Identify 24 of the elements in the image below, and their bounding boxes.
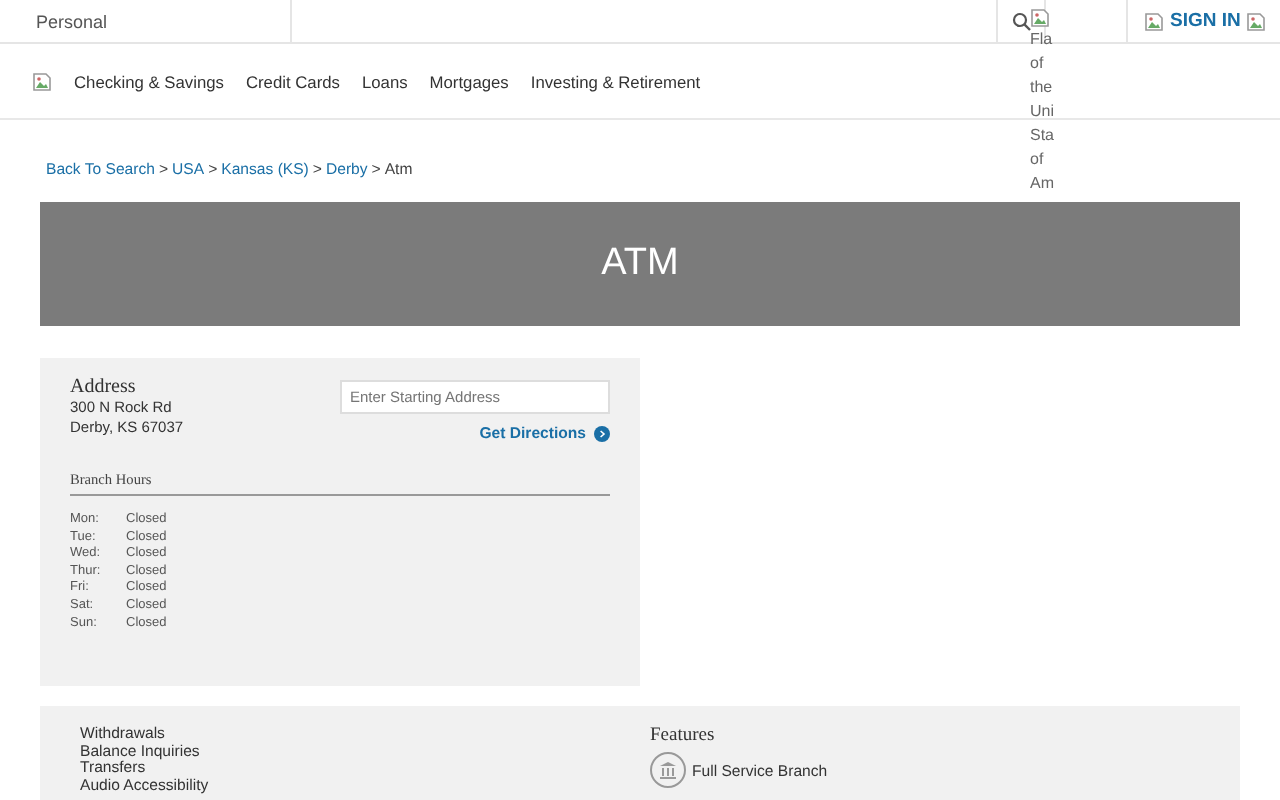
sign-in-link[interactable]: SIGN IN [1170, 10, 1241, 32]
nav-link[interactable]: Checking & Savings [74, 71, 224, 91]
bank-icon [650, 752, 686, 788]
page-title: ATM [601, 242, 679, 286]
broken-image-icon [1246, 11, 1267, 31]
chevron-circle-icon [594, 425, 610, 441]
search-icon[interactable] [1011, 11, 1031, 31]
broken-image-icon [32, 71, 52, 91]
segment-tab[interactable]: Personal [0, 0, 292, 42]
flag-alt-text: Uni [1030, 100, 1055, 124]
nav-link[interactable]: Investing & Retirement [530, 71, 701, 91]
flag-alt-text: Fla [1030, 28, 1055, 52]
flag-alt-text: of [1030, 148, 1046, 172]
nav-link[interactable]: Loans [361, 71, 408, 91]
flag-alt-text: Sta [1030, 124, 1055, 148]
address-heading: Address [70, 376, 138, 398]
flag-alt-text: Am [1030, 172, 1055, 196]
flag-alt-text: of [1030, 52, 1046, 76]
nav-link[interactable]: Credit Cards [245, 71, 340, 91]
flag-alt-text: the [1030, 76, 1055, 100]
broken-image-icon [1144, 11, 1164, 31]
broken-image-icon [1030, 8, 1050, 28]
nav-link[interactable]: Mortgages [429, 71, 509, 91]
features-heading: Features [650, 726, 717, 746]
